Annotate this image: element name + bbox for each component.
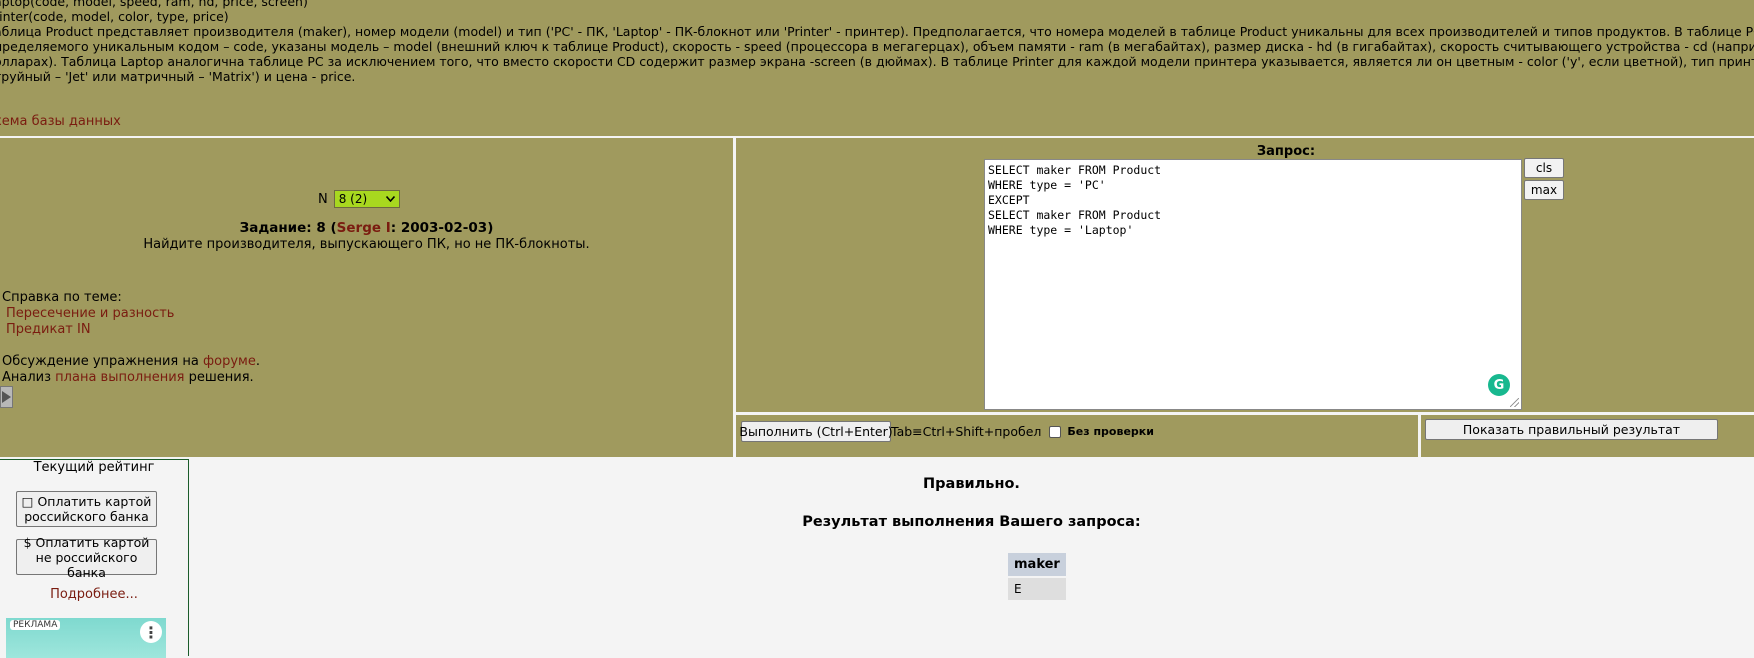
pay-foreign-line1: $ Оплатить картой (24, 535, 150, 550)
schema-link[interactable]: хема базы данных (0, 114, 121, 129)
chevron-down-icon (385, 196, 395, 202)
sql-query-input[interactable]: SELECT maker FROM Product WHERE type = '… (984, 159, 1522, 410)
rating-panel: Текущий рейтинг □ Оплатить картой россий… (0, 459, 189, 658)
schema-line: труйный – 'Jet' или матричный – 'Matrix'… (0, 69, 356, 84)
pay-russian-text: Оплатить картой (37, 494, 152, 509)
analysis-suffix: решения. (184, 370, 254, 385)
forum-link[interactable]: форуме (203, 354, 256, 369)
execute-options: Tab≡Ctrl+Shift+пробел Без проверки (891, 424, 1154, 439)
more-options-icon[interactable]: ⋮ (140, 621, 162, 643)
show-result-row: Показать правильный результат (1421, 415, 1754, 457)
help-link-intersection[interactable]: Пересечение и разность (2, 306, 174, 322)
pay-foreign-text: Оплатить картой (35, 534, 150, 550)
no-check-checkbox[interactable] (1049, 425, 1062, 438)
task-title-prefix: Задание: 8 ( (239, 220, 337, 236)
task-title-suffix: : 2003-02-03) (390, 220, 494, 236)
advertisement[interactable]: РЕКЛАМА ⋮ (6, 618, 166, 658)
schema-line: олларах). Таблица Laptop аналогична табл… (0, 54, 1754, 69)
discussion-section: Обсуждение упражнения на форуме. Анализ … (2, 354, 260, 386)
discussion-prefix: Обсуждение упражнения на (2, 354, 203, 369)
pay-foreign-line2: не российского банка (35, 549, 138, 580)
table-cell-maker: E (1008, 578, 1066, 600)
execute-button[interactable]: Выполнить (Ctrl+Enter) (739, 421, 893, 442)
card-icon: □ (21, 494, 34, 509)
ad-label: РЕКЛАМА (10, 620, 61, 630)
task-panel: N 8 (2) Задание: 8 (Serge I: 2003-02-03)… (0, 138, 733, 457)
table-row: E (1008, 578, 1066, 600)
execute-row: Выполнить (Ctrl+Enter) Tab≡Ctrl+Shift+пр… (736, 415, 1418, 457)
schema-line: аблица Product представляет производител… (0, 24, 1754, 39)
dollar-icon: $ (23, 534, 32, 550)
help-heading: Справка по теме: (2, 290, 122, 305)
task-title: Задание: 8 (Serge I: 2003-02-03) (0, 220, 733, 236)
max-button[interactable]: max (1524, 180, 1564, 200)
schema-line: aptop(code, model, speed, ram, hd, price… (0, 0, 308, 9)
analysis-line: Анализ плана выполнения решения. (2, 370, 260, 386)
result-status: Правильно. (923, 476, 1020, 492)
execution-plan-link[interactable]: плана выполнения (55, 370, 184, 385)
column-header-maker: maker (1008, 553, 1066, 576)
help-link-in-predicate[interactable]: Предикат IN (2, 322, 174, 338)
result-title: Результат выполнения Вашего запроса: (802, 514, 1141, 530)
task-number-select[interactable]: 8 (2) (333, 190, 400, 208)
schema-line: rinter(code, model, color, type, price) (0, 9, 229, 24)
no-check-label: Без проверки (1067, 425, 1154, 438)
show-correct-result-button[interactable]: Показать правильный результат (1425, 419, 1718, 440)
schema-line: пределяемого уникальным кодом – code, ук… (0, 39, 1754, 54)
pay-russian-line1: □ Оплатить картой (22, 494, 152, 509)
help-section: Справка по теме: Пересечение и разность … (2, 290, 174, 338)
task-number-value: 8 (2) (338, 192, 368, 206)
pay-russian-card-button[interactable]: □ Оплатить картой российского банка (16, 491, 157, 527)
analysis-prefix: Анализ (2, 370, 56, 385)
rating-title: Текущий рейтинг (33, 460, 155, 475)
query-label: Запрос: (1256, 144, 1316, 159)
task-number-label: N (318, 191, 328, 207)
query-panel: Запрос: SELECT maker FROM Product WHERE … (736, 138, 1754, 412)
grammarly-icon[interactable]: G (1488, 374, 1510, 396)
table-header-row: maker (1008, 553, 1066, 576)
pay-russian-line2: российского банка (24, 509, 149, 524)
discussion-line: Обсуждение упражнения на форуме. (2, 354, 260, 370)
task-selector: N 8 (2) (318, 190, 400, 208)
tab-hint: Tab≡Ctrl+Shift+пробел (891, 424, 1042, 439)
cls-button[interactable]: cls (1524, 158, 1564, 178)
resize-grip-icon[interactable] (1510, 398, 1519, 407)
discussion-suffix: . (255, 354, 260, 369)
result-table: maker E (1006, 551, 1068, 602)
task-description: Найдите производителя, выпускающего ПК, … (143, 237, 590, 252)
schema-description: aptop(code, model, speed, ram, hd, price… (0, 0, 1754, 136)
pay-foreign-card-button[interactable]: $ Оплатить картой не российского банка (16, 535, 157, 580)
expand-arrow-button[interactable] (0, 386, 13, 408)
task-author-link[interactable]: Serge I (337, 220, 391, 236)
more-link[interactable]: Подробнее... (0, 587, 188, 602)
